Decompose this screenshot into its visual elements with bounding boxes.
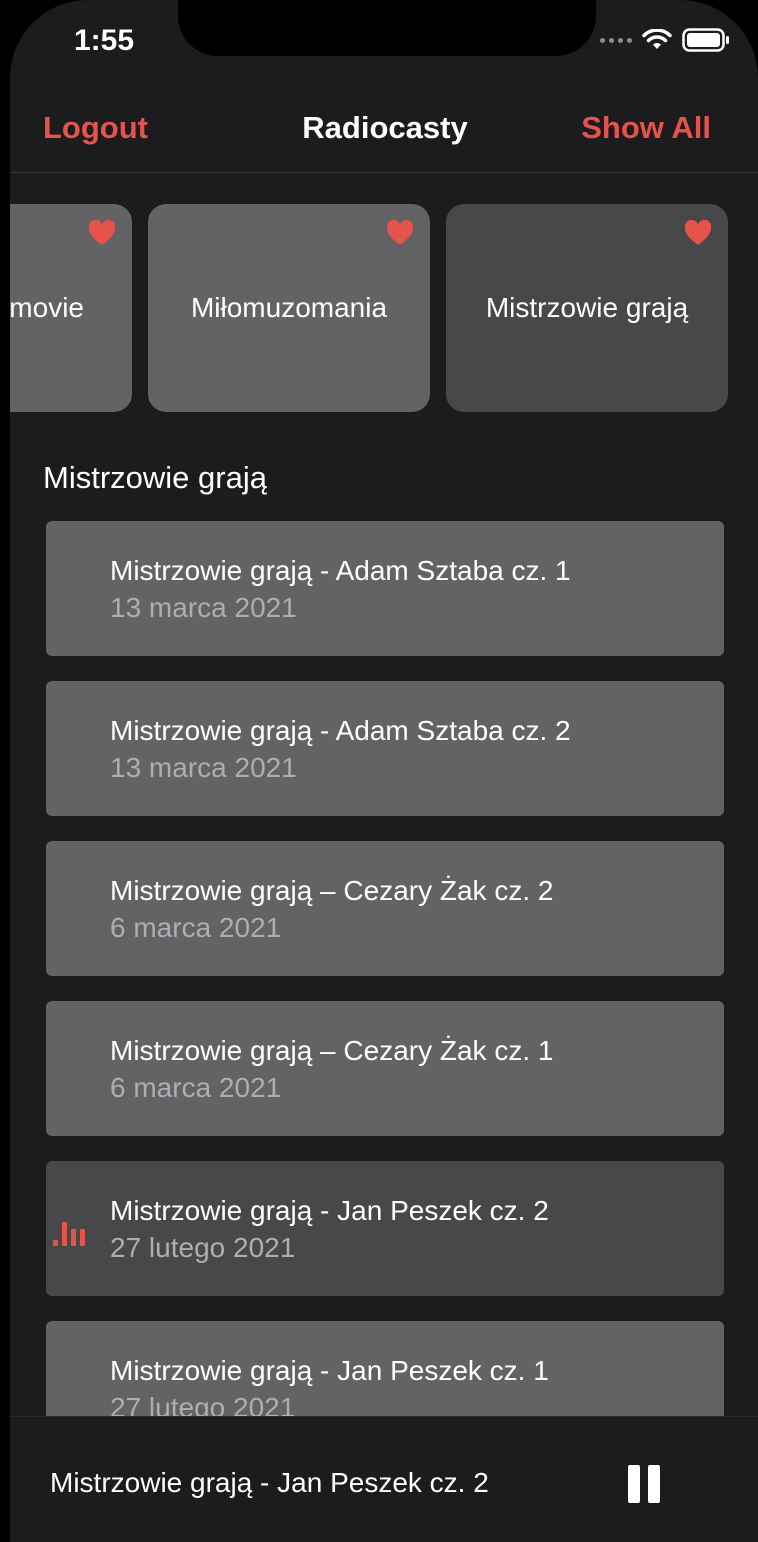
app-screen: 1:55 Logout Radiocasty Show All movie Mi… [10,0,758,1542]
podcast-card[interactable]: movie [10,204,132,412]
episode-title: Mistrzowie grają – Cezary Żak cz. 1 [110,1035,554,1066]
status-time: 1:55 [74,24,135,57]
heart-icon[interactable] [386,220,414,246]
episode-title: Mistrzowie grają - Jan Peszek cz. 1 [110,1355,549,1386]
podcast-card-label: movie [10,292,84,323]
navigation-bar: Logout Radiocasty Show All [10,92,758,173]
episode-row[interactable]: Mistrzowie grają - Adam Sztaba cz. 2 13 … [46,681,724,816]
mini-player[interactable]: Mistrzowie grają - Jan Peszek cz. 2 [10,1416,758,1537]
podcast-card-selected[interactable]: Mistrzowie grają [446,204,728,412]
podcast-card-label: Mistrzowie grają [485,292,689,323]
section-title: Mistrzowie grają [43,460,267,495]
podcast-card[interactable]: Miłomuzomania [148,204,430,412]
episode-row[interactable]: Mistrzowie grają - Adam Sztaba cz. 1 13 … [46,521,724,656]
episode-title: Mistrzowie grają - Jan Peszek cz. 2 [110,1195,549,1226]
episode-date: 13 marca 2021 [110,592,297,623]
episode-date: 6 marca 2021 [110,912,282,943]
pause-button[interactable] [628,1465,662,1503]
device-notch [178,0,596,56]
podcast-carousel[interactable]: movie Miłomuzomania Mistrzowie grają [10,204,758,412]
episode-row[interactable]: Mistrzowie grają – Cezary Żak cz. 2 6 ma… [46,841,724,976]
pause-icon [628,1465,640,1503]
episode-date: 13 marca 2021 [110,752,297,783]
wifi-icon [642,29,672,49]
heart-icon[interactable] [684,220,712,246]
battery-icon [682,28,729,52]
show-all-button[interactable]: Show All [581,110,711,146]
cellular-signal-icon [600,37,632,43]
now-playing-equalizer-icon [53,1222,85,1246]
episode-row-playing[interactable]: Mistrzowie grają - Jan Peszek cz. 2 27 l… [46,1161,724,1296]
status-icons [600,28,730,52]
podcast-card-label: Miłomuzomania [190,292,388,323]
episode-title: Mistrzowie grają - Adam Sztaba cz. 2 [110,715,571,746]
episode-title: Mistrzowie grają – Cezary Żak cz. 2 [110,875,554,906]
pause-icon [648,1465,660,1503]
episode-title: Mistrzowie grają - Adam Sztaba cz. 1 [110,555,571,586]
episode-date: 27 lutego 2021 [110,1232,296,1263]
episode-list: Mistrzowie grają - Adam Sztaba cz. 1 13 … [46,521,724,1481]
heart-icon[interactable] [88,220,116,246]
episode-row[interactable]: Mistrzowie grają – Cezary Żak cz. 1 6 ma… [46,1001,724,1136]
episode-date: 6 marca 2021 [110,1072,282,1103]
now-playing-title: Mistrzowie grają - Jan Peszek cz. 2 [50,1467,489,1498]
